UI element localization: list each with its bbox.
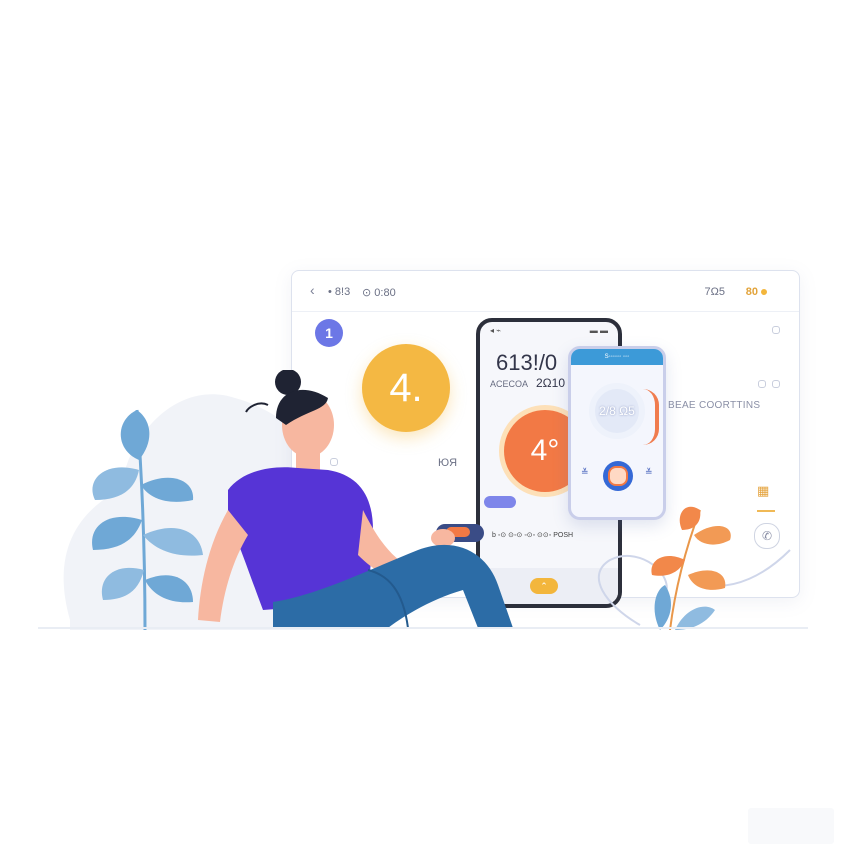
chevron-down-icon[interactable]: ≚: [581, 467, 589, 478]
panel-heading: BEAE COORTTINS: [668, 400, 761, 411]
chevron-down-icon[interactable]: ≚: [645, 467, 653, 478]
phone-sub-value: 2Ω10: [536, 376, 565, 390]
phone2-header: S◦◦◦◦◦◦ ◦◦◦: [571, 349, 663, 365]
ground-line: [38, 627, 808, 629]
toolbar-item-1: • 8!3: [328, 286, 351, 298]
signal-icon: ◂ ⌁: [490, 326, 502, 335]
dot-icon: [758, 380, 766, 388]
watermark-area: [748, 808, 834, 844]
toolbar-item-2: ⊙ 0:80: [362, 287, 396, 299]
divider: [757, 510, 775, 512]
status-dot-icon: [761, 289, 767, 296]
battery-icon: ▬ ▬: [589, 326, 608, 335]
window-toolbar: ‹ • 8!3 ⊙ 0:80 7Ω5 80: [292, 271, 799, 312]
dot-icon: [772, 380, 780, 388]
toolbar-item-4[interactable]: 80: [746, 286, 767, 298]
calendar-icon[interactable]: ▦: [757, 483, 775, 499]
plant-right-illustration: [651, 506, 731, 630]
toolbar-item-3: 7Ω5: [704, 286, 725, 298]
dot-icon: [772, 326, 780, 334]
phone-up-button[interactable]: ⌃: [530, 578, 558, 594]
phone2-ring: 2/8 Ω5: [589, 383, 645, 439]
step-badge: 1: [315, 319, 343, 347]
progress-arc: [643, 389, 659, 445]
avatar[interactable]: [603, 461, 633, 491]
avatar-face: [608, 466, 628, 486]
person-illustration: [198, 370, 513, 629]
chevron-left-icon[interactable]: ‹: [310, 282, 315, 298]
